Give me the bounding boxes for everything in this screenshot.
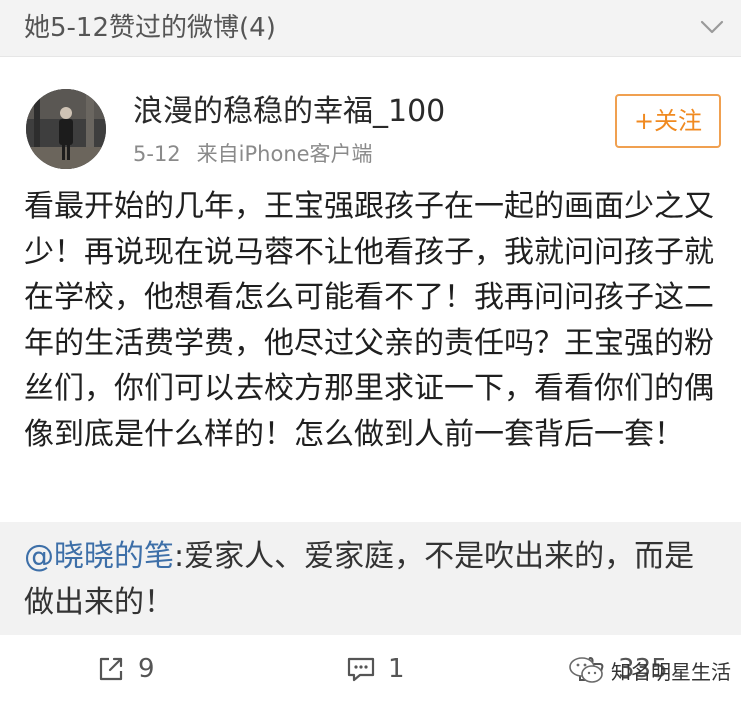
quoted-comment-text: @晓晓的笔:爱家人、爱家庭，不是吹出来的，而是做出来的！ <box>24 534 714 626</box>
liked-posts-header[interactable]: 她5-12赞过的微博(4) <box>0 0 741 57</box>
chevron-down-icon[interactable] <box>699 14 725 40</box>
post-date: 5-12 <box>133 142 181 166</box>
repost-button[interactable]: 9 <box>96 653 155 685</box>
follow-button[interactable]: +关注 <box>615 94 721 148</box>
author-name[interactable]: 浪漫的稳稳的幸福_100 <box>133 94 445 130</box>
share-icon <box>99 657 123 681</box>
comment-icon <box>347 657 375 682</box>
comment-count: 1 <box>388 654 405 684</box>
post-text: 看最开始的几年，王宝强跟孩子在一起的画面少之又少！再说现在说马蓉不让他看孩子，我… <box>24 189 714 452</box>
wechat-logo <box>569 657 603 683</box>
repost-count: 9 <box>138 654 155 684</box>
watermark: 知名明星生活 <box>569 655 731 685</box>
post-meta: 5-12 来自iPhone客户端 <box>133 140 373 168</box>
watermark-text: 知名明星生活 <box>611 659 731 684</box>
comment-button[interactable]: 1 <box>346 653 405 685</box>
action-bar: 9 1 335 知名明星生活 <box>0 635 741 702</box>
header-title: 她5-12赞过的微博(4) <box>24 13 276 43</box>
avatar-photo <box>26 89 106 169</box>
avatar[interactable] <box>26 89 106 169</box>
mention-link[interactable]: @晓晓的笔 <box>24 539 174 574</box>
post-source: 来自iPhone客户端 <box>196 142 373 166</box>
weibo-liked-posts-screen: 她5-12赞过的微博(4) 浪漫的稳稳的幸福_100 5-12 来自iPhone客… <box>0 0 741 702</box>
quoted-comment[interactable]: @晓晓的笔:爱家人、爱家庭，不是吹出来的，而是做出来的！ <box>0 522 741 635</box>
